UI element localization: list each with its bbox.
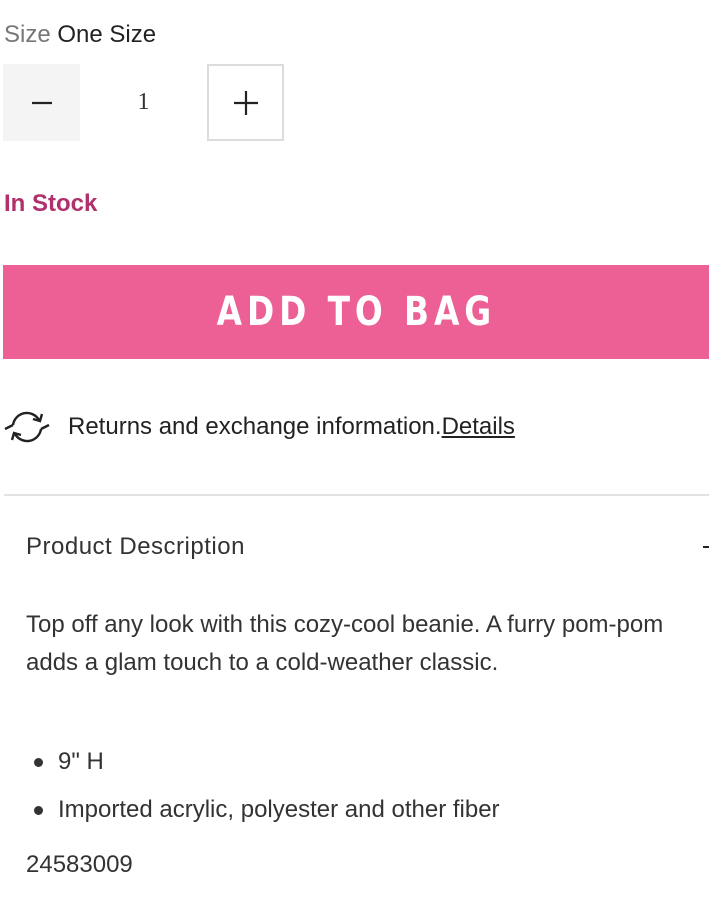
minus-icon <box>31 101 52 104</box>
size-value: One Size <box>57 21 157 48</box>
section-divider <box>4 494 709 496</box>
product-details-list: 9" H Imported acrylic, polyester and oth… <box>26 738 500 834</box>
quantity-increment-button[interactable] <box>207 64 284 141</box>
quantity-value[interactable]: 1 <box>100 64 187 141</box>
list-item: 9" H <box>26 738 500 786</box>
plus-icon <box>233 90 258 115</box>
returns-info: Returns and exchange information. Details <box>4 405 515 449</box>
stock-status: In Stock <box>4 190 98 217</box>
description-toggle-button[interactable] <box>702 534 709 560</box>
returns-text: Returns and exchange information. <box>68 413 442 440</box>
product-description-header[interactable]: Product Description <box>26 530 245 564</box>
product-description-text: Top off any look with this cozy-cool bea… <box>26 611 664 676</box>
list-item-text: 9" H <box>58 748 104 775</box>
quantity-decrement-button[interactable] <box>3 64 80 141</box>
size-selector: Size One Size <box>4 20 156 50</box>
list-item: Imported acrylic, polyester and other fi… <box>26 786 500 834</box>
add-to-bag-label: ADD TO BAG <box>216 289 496 335</box>
plus-icon <box>703 546 709 548</box>
refresh-arrows-icon <box>4 405 52 449</box>
bullet-icon <box>34 806 43 815</box>
product-sku: 24583009 <box>26 851 133 878</box>
returns-details-link[interactable]: Details <box>442 413 515 441</box>
list-item-text: Imported acrylic, polyester and other fi… <box>58 796 500 823</box>
bullet-icon <box>34 758 43 767</box>
size-label: Size <box>4 21 51 48</box>
add-to-bag-button[interactable]: ADD TO BAG <box>3 265 709 359</box>
